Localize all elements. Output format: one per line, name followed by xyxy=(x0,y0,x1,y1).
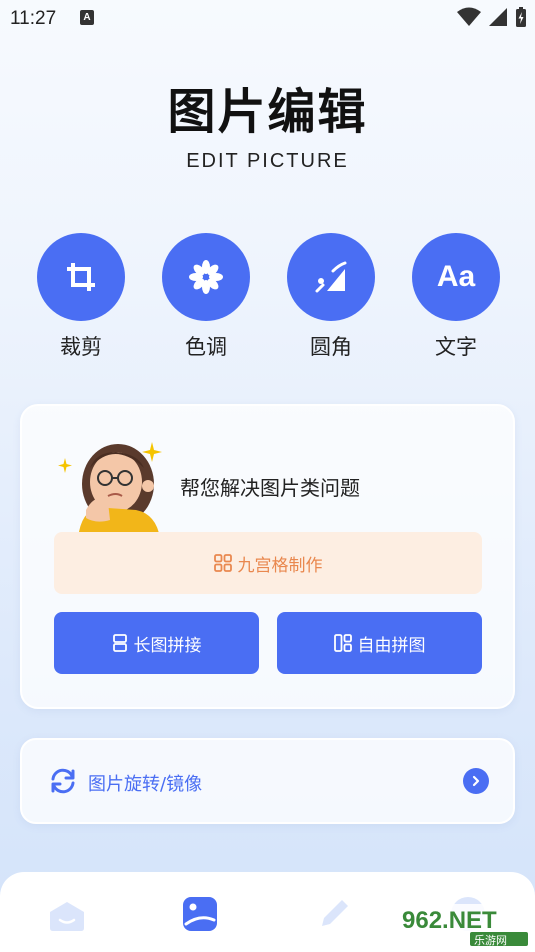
rotate-icon xyxy=(51,768,75,794)
text-aa-icon: Aa xyxy=(436,260,476,293)
tool-text[interactable]: Aa 文字 xyxy=(411,233,501,361)
tool-row: 裁剪 色调 圆角 Aa 文字 xyxy=(36,233,501,363)
accessibility-notification-icon: A xyxy=(80,10,94,25)
rotate-mirror-row[interactable]: 图片旋转/镜像 xyxy=(20,738,515,824)
site-watermark: 962.NET 乐游网 xyxy=(396,898,532,948)
rotate-mirror-arrow[interactable] xyxy=(463,768,489,794)
tool-label: 裁剪 xyxy=(60,335,102,359)
tab-picture-edit[interactable] xyxy=(180,894,220,934)
free-collage-label: 自由拼图 xyxy=(357,635,426,656)
wifi-icon xyxy=(456,7,481,26)
grid-icon xyxy=(213,554,232,572)
tool-label: 文字 xyxy=(435,335,477,359)
tab-edit[interactable] xyxy=(314,894,354,934)
tool-crop[interactable]: 裁剪 xyxy=(36,233,126,361)
tone-button[interactable] xyxy=(162,233,250,321)
page-title: 图片编辑 xyxy=(167,84,368,140)
status-bar: 11:27 A xyxy=(0,0,535,36)
crop-button[interactable] xyxy=(37,233,125,321)
watermark-sub: 乐游网 xyxy=(474,934,507,947)
chevron-right-icon xyxy=(472,775,480,787)
stack-icon xyxy=(112,634,127,652)
long-image-stitch-button[interactable]: 长图拼接 xyxy=(54,612,259,674)
watermark-logo: 962.NET 乐游网 xyxy=(396,904,532,948)
round-corner-icon xyxy=(315,261,347,293)
crop-icon xyxy=(67,263,95,291)
system-icons xyxy=(455,6,527,30)
mascot-illustration xyxy=(58,442,162,538)
free-collage-button[interactable]: 自由拼图 xyxy=(277,612,482,674)
tool-round-corner[interactable]: 圆角 xyxy=(286,233,376,361)
picture-icon xyxy=(183,897,217,931)
tool-tone[interactable]: 色调 xyxy=(161,233,251,361)
signal-icon xyxy=(488,8,507,26)
watermark-brand: 962.NET xyxy=(402,907,497,934)
long-image-stitch-label: 长图拼接 xyxy=(133,635,202,656)
tool-label: 色调 xyxy=(185,335,227,359)
home-icon xyxy=(50,902,84,931)
flower-tone-icon xyxy=(189,260,223,294)
clock: 11:27 xyxy=(10,8,57,29)
tab-home[interactable] xyxy=(47,894,87,934)
round-corner-button[interactable] xyxy=(287,233,375,321)
nine-grid-label: 九宫格制作 xyxy=(237,555,323,576)
tool-label: 圆角 xyxy=(310,335,352,359)
battery-icon xyxy=(516,7,526,27)
nine-grid-button[interactable]: 九宫格制作 xyxy=(54,532,482,594)
card-title: 帮您解决图片类问题 xyxy=(180,476,360,500)
text-button[interactable]: Aa xyxy=(412,233,500,321)
edit-pen-icon xyxy=(322,900,348,926)
puzzle-card: 帮您解决图片类问题 九宫格制作 长图拼接 自由拼图 xyxy=(20,404,515,709)
page-subtitle: EDIT PICTURE xyxy=(186,150,349,172)
rotate-mirror-label: 图片旋转/镜像 xyxy=(88,774,203,795)
collage-icon xyxy=(333,634,352,652)
